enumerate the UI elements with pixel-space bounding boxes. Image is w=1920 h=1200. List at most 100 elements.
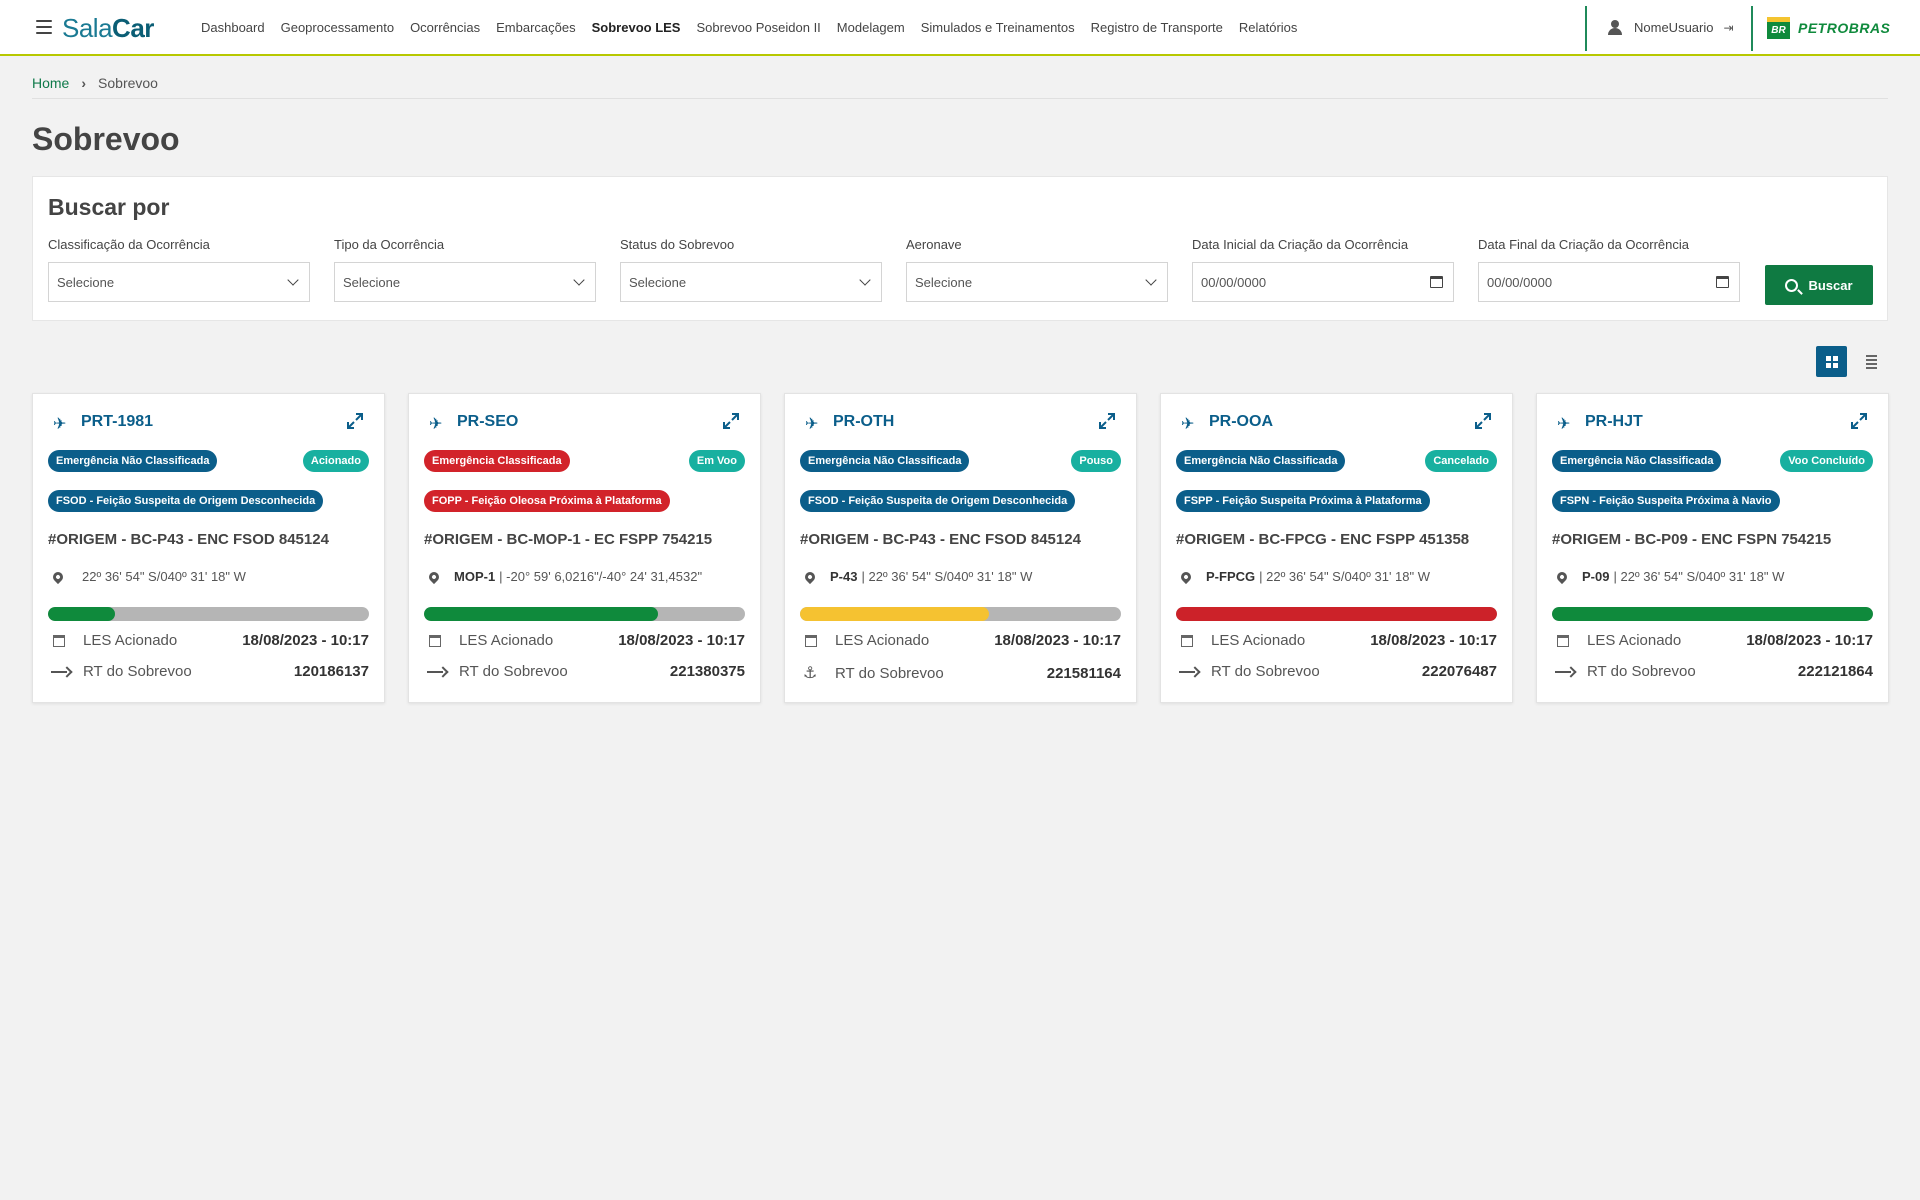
nav-ocorrencias[interactable]: Ocorrências — [410, 20, 480, 35]
nav-embarcacoes[interactable]: Embarcações — [496, 20, 575, 35]
progress-bar — [1552, 607, 1873, 621]
nav-registro-transporte[interactable]: Registro de Transporte — [1091, 20, 1223, 35]
field-label: Classificação da Ocorrência — [48, 237, 210, 252]
chevron-down-icon — [859, 274, 871, 286]
logout-icon[interactable]: ⇥ — [1723, 21, 1733, 35]
search-panel: Buscar por Classificação da Ocorrência S… — [32, 176, 1888, 321]
progress-fill — [48, 607, 116, 621]
status-badge: Acionado — [302, 450, 369, 472]
nav-sobrevoo-les[interactable]: Sobrevoo LES — [592, 20, 681, 35]
aircraft-registration[interactable]: PR-OOA — [1209, 413, 1273, 431]
top-header: SalaCar Dashboard Geoprocessamento Ocorr… — [0, 0, 1920, 56]
classificacao-select[interactable]: Selecione — [48, 262, 310, 302]
sobrevoo-card[interactable]: ✈ PRT-1981 Emergência Não Classificada A… — [32, 393, 385, 703]
row-label: LES Acionado — [83, 632, 178, 649]
les-acionado-row: LES Acionado 18/08/2023 - 10:17 — [1179, 632, 1497, 649]
row-label: LES Acionado — [1587, 632, 1682, 649]
field-label: Data Inicial da Criação da Ocorrência — [1192, 237, 1409, 252]
location: 22º 36' 54" S/040º 31' 18" W — [50, 569, 246, 584]
status-select[interactable]: Selecione — [620, 262, 882, 302]
select-value: Selecione — [915, 274, 973, 290]
row-value: 222076487 — [1421, 663, 1497, 680]
aircraft-registration[interactable]: PRT-1981 — [81, 413, 153, 431]
occurrence-type-badge: FSOD - Feição Suspeita de Origem Desconh… — [800, 490, 1076, 512]
data-inicial-input[interactable]: 00/00/0000 — [1192, 262, 1454, 302]
expand-icon[interactable] — [1850, 412, 1868, 430]
divider — [32, 98, 1888, 99]
row-label: LES Acionado — [459, 632, 554, 649]
buscar-button[interactable]: Buscar — [1765, 265, 1873, 305]
calendar-icon[interactable] — [1430, 276, 1443, 288]
nav-modelagem[interactable]: Modelagem — [837, 20, 905, 35]
location-code: MOP-1 — [454, 569, 496, 584]
calendar-icon — [1181, 634, 1193, 647]
user-name: NomeUsuario — [1634, 20, 1714, 35]
menu-icon[interactable] — [36, 20, 52, 34]
calendar-icon — [805, 634, 817, 647]
sobrevoo-card[interactable]: ✈ PR-OTH Emergência Não Classificada Pou… — [784, 393, 1137, 703]
header-divider — [1585, 6, 1587, 51]
expand-icon[interactable] — [1098, 412, 1116, 430]
location: P-09 | 22º 36' 54" S/040º 31' 18" W — [1554, 569, 1784, 584]
chevron-down-icon — [287, 274, 299, 286]
location: MOP-1 | -20° 59' 6,0216"/-40° 24' 31,453… — [426, 569, 703, 584]
nav-sobrevoo-poseidon[interactable]: Sobrevoo Poseidon II — [696, 20, 820, 35]
tipo-field: Tipo da Ocorrência Selecione — [334, 237, 596, 302]
rt-sobrevoo-row: ⚓ RT do Sobrevoo 221581164 — [803, 663, 1121, 683]
sobrevoo-card[interactable]: ✈ PR-OOA Emergência Não Classificada Can… — [1160, 393, 1513, 703]
date-value: 00/00/0000 — [1487, 274, 1553, 290]
les-acionado-row: LES Acionado 18/08/2023 - 10:17 — [51, 632, 369, 649]
sobrevoo-card[interactable]: ✈ PR-HJT Emergência Não Classificada Voo… — [1536, 393, 1889, 703]
occurrence-title: #ORIGEM - BC-P43 - ENC FSOD 845124 — [800, 531, 1081, 548]
expand-icon[interactable] — [722, 412, 740, 430]
chevron-down-icon — [573, 274, 585, 286]
row-label: RT do Sobrevoo — [83, 663, 192, 680]
occurrence-title: #ORIGEM - BC-FPCG - ENC FSPP 451358 — [1176, 531, 1470, 548]
progress-bar — [1176, 607, 1497, 621]
aircraft-registration[interactable]: PR-HJT — [1585, 413, 1643, 431]
occurrence-title: #ORIGEM - BC-P43 - ENC FSOD 845124 — [48, 531, 329, 548]
user-menu[interactable]: NomeUsuario ⇥ — [1608, 20, 1734, 35]
tipo-select[interactable]: Selecione — [334, 262, 596, 302]
aircraft-registration[interactable]: PR-SEO — [457, 413, 518, 431]
grid-view-toggle[interactable] — [1816, 346, 1847, 377]
expand-icon[interactable] — [346, 412, 364, 430]
sobrevoo-card[interactable]: ✈ PR-SEO Emergência Classificada Em Voo … — [408, 393, 761, 703]
status-field: Status do Sobrevoo Selecione — [620, 237, 882, 302]
classification-badge: Emergência Não Classificada — [800, 450, 970, 472]
nav-geoprocessamento[interactable]: Geoprocessamento — [281, 20, 394, 35]
progress-bar — [48, 607, 369, 621]
location-coordinates: | -20° 59' 6,0216"/-40° 24' 31,4532" — [499, 569, 703, 584]
classification-badge: Emergência Não Classificada — [1552, 450, 1722, 472]
breadcrumb-home[interactable]: Home — [32, 75, 69, 91]
list-view-toggle[interactable] — [1856, 346, 1887, 377]
row-label: RT do Sobrevoo — [835, 664, 944, 682]
app-logo[interactable]: SalaCar — [62, 13, 154, 44]
data-final-input[interactable]: 00/00/0000 — [1478, 262, 1740, 302]
progress-fill — [1552, 607, 1873, 621]
map-pin-icon — [426, 569, 442, 584]
nav-dashboard[interactable]: Dashboard — [201, 20, 265, 35]
petrobras-logo: BR PETROBRAS — [1767, 17, 1890, 39]
classification-badge: Emergência Não Classificada — [1176, 450, 1346, 472]
row-value: 120186137 — [293, 663, 369, 680]
rt-sobrevoo-row: RT do Sobrevoo 222121864 — [1555, 663, 1873, 680]
location-coordinates: | 22º 36' 54" S/040º 31' 18" W — [1259, 569, 1431, 584]
calendar-icon — [1557, 634, 1569, 647]
arrow-right-icon — [51, 667, 71, 677]
aeronave-field: Aeronave Selecione — [906, 237, 1168, 302]
expand-icon[interactable] — [1474, 412, 1492, 430]
user-icon — [1608, 20, 1622, 35]
chevron-down-icon — [1145, 274, 1157, 286]
aeronave-select[interactable]: Selecione — [906, 262, 1168, 302]
row-label: RT do Sobrevoo — [1211, 663, 1320, 680]
calendar-icon[interactable] — [1716, 276, 1729, 288]
arrow-right-icon — [1555, 667, 1575, 677]
data-inicial-field: Data Inicial da Criação da Ocorrência 00… — [1192, 237, 1454, 302]
nav-simulados[interactable]: Simulados e Treinamentos — [921, 20, 1075, 35]
classification-badge: Emergência Não Classificada — [48, 450, 218, 472]
aircraft-registration[interactable]: PR-OTH — [833, 413, 894, 431]
row-label: LES Acionado — [1211, 632, 1306, 649]
chevron-right-icon: › — [81, 75, 87, 91]
nav-relatorios[interactable]: Relatórios — [1239, 20, 1298, 35]
